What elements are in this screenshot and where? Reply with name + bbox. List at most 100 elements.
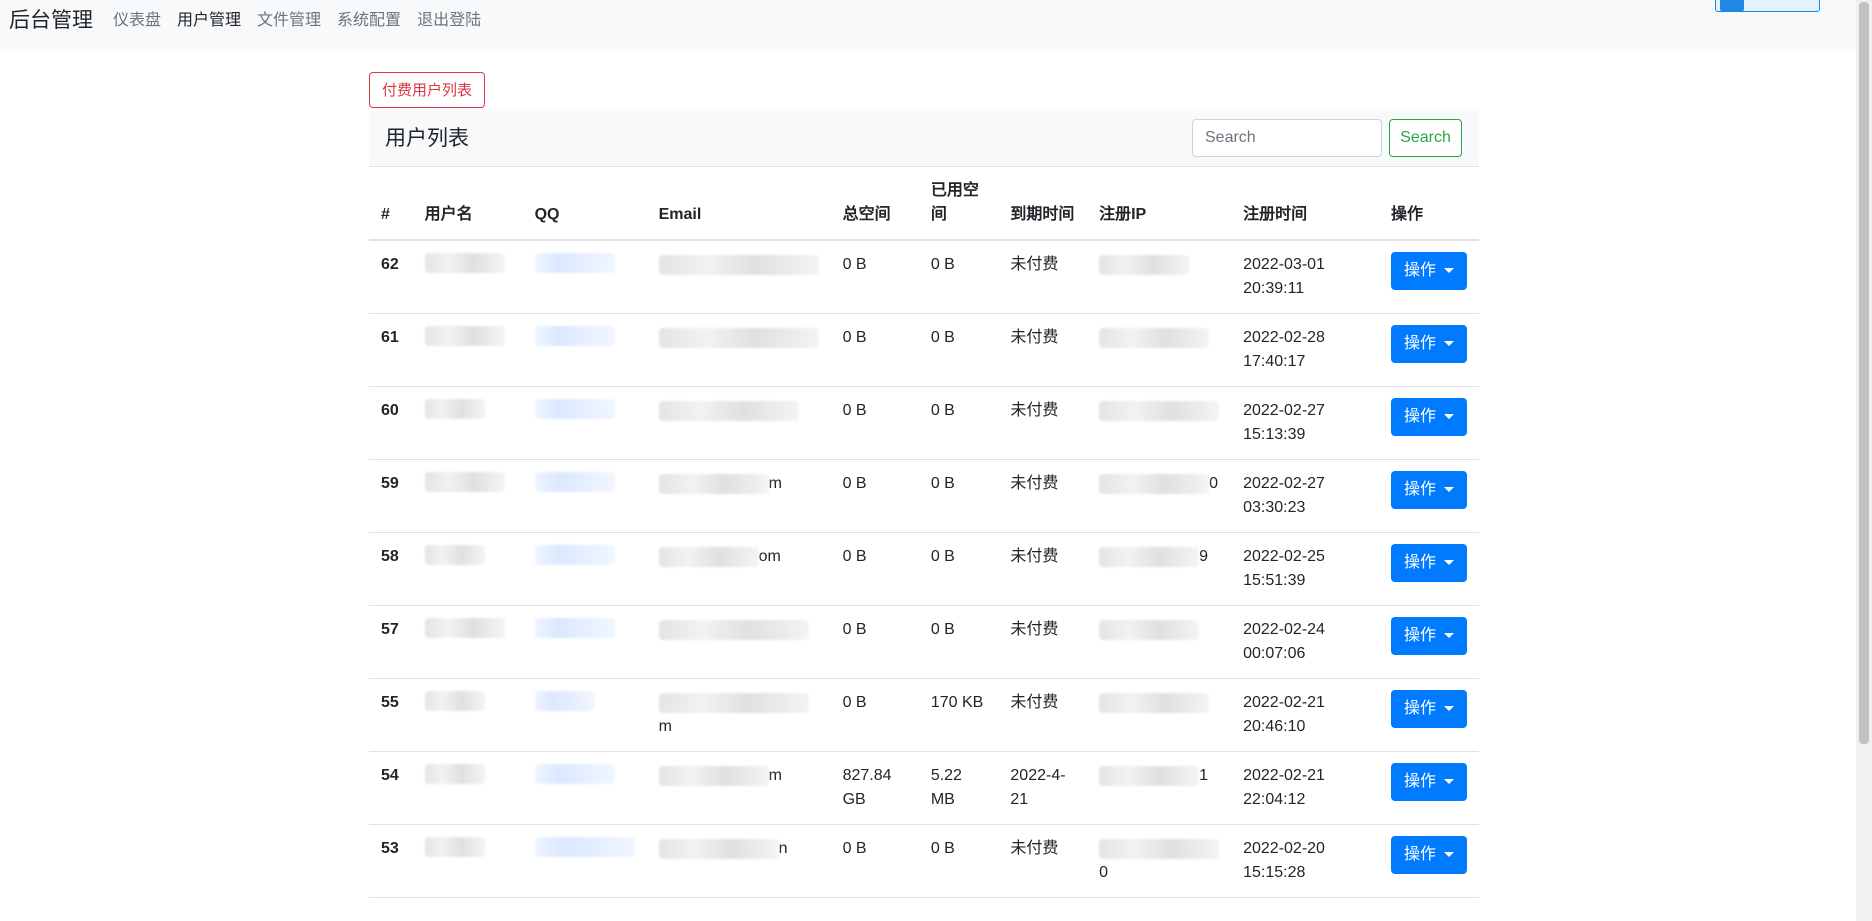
actions-label: 操作 [1403,700,1436,717]
actions-label: 操作 [1403,773,1436,790]
redacted-qq-link[interactable] [534,691,595,711]
redacted-ip [1099,327,1210,348]
redacted-username [424,764,485,784]
brand-title[interactable]: 后台管理 [9,7,93,35]
ip-tail: 0 [1209,475,1218,492]
cell-qq[interactable] [522,459,647,533]
col-header-id: # [369,167,413,241]
redacted-ip [1099,765,1200,786]
nav-item-file-management[interactable]: 文件管理 [257,10,321,32]
nav-item-user-management[interactable]: 用户管理 [177,10,241,32]
cell-qq[interactable] [522,605,647,679]
actions-dropdown-button[interactable]: 操作 [1390,690,1467,728]
cell-id: 60 [369,386,413,460]
redacted-qq-link[interactable] [534,545,615,565]
col-header-email: Email [646,167,831,241]
register-date: 2022-02-20 [1243,840,1325,857]
redacted-ip [1099,838,1220,859]
cell-register-time: 2022-02-21 20:46:10 [1231,678,1379,752]
redacted-qq-link[interactable] [534,764,615,784]
cell-qq[interactable] [522,532,647,606]
redacted-ip [1099,692,1210,713]
cell-email: m [646,678,831,752]
cell-qq[interactable] [522,313,647,387]
corner-widget[interactable] [1715,0,1820,12]
cell-qq[interactable] [522,751,647,825]
redacted-username [424,837,485,857]
cell-register-ip: 0 [1087,459,1232,533]
cell-username [412,313,523,387]
nav-item-logout[interactable]: 退出登陆 [417,10,481,32]
redacted-qq-link[interactable] [534,837,635,857]
actions-label: 操作 [1403,481,1436,498]
caret-down-icon [1443,633,1454,639]
cell-register-time: 2022-02-27 15:13:39 [1231,386,1379,460]
cell-register-ip [1087,240,1232,314]
redacted-qq-link[interactable] [534,253,615,273]
cell-expire-time: 未付费 [998,605,1088,679]
redacted-ip [1099,619,1200,640]
paid-users-button[interactable]: 付费用户列表 [369,72,486,108]
actions-dropdown-button[interactable]: 操作 [1390,763,1467,801]
cell-qq[interactable] [522,824,647,898]
actions-dropdown-button[interactable]: 操作 [1390,617,1467,655]
cell-register-ip [1087,678,1232,752]
cell-used-space: 170 KB [918,678,999,752]
redacted-username [424,618,505,638]
ip-tail: 1 [1199,767,1208,784]
cell-qq[interactable] [522,386,647,460]
cell-total-space: 0 B [830,605,919,679]
table-row: 60 0 B0 B 未付费 2022-02-27 15:13:39 操作 [369,386,1479,460]
register-date: 2022-02-24 [1243,621,1325,638]
caret-down-icon [1443,414,1454,420]
redacted-username [424,472,505,492]
redacted-email [658,473,769,494]
actions-dropdown-button[interactable]: 操作 [1390,252,1467,290]
cell-register-ip [1087,313,1232,387]
actions-dropdown-button[interactable]: 操作 [1390,325,1467,363]
cell-actions: 操作 [1378,532,1479,606]
nav-item-dashboard[interactable]: 仪表盘 [113,10,161,32]
cell-expire-time: 未付费 [998,240,1088,314]
redacted-qq-link[interactable] [534,618,615,638]
cell-used-space: 0 B [918,605,999,679]
redacted-qq-link[interactable] [534,399,615,419]
redacted-email [658,692,809,713]
actions-dropdown-button[interactable]: 操作 [1390,544,1467,582]
actions-dropdown-button[interactable]: 操作 [1390,398,1467,436]
cell-qq[interactable] [522,678,647,752]
actions-dropdown-button[interactable]: 操作 [1390,471,1467,509]
register-date: 2022-02-27 [1243,402,1325,419]
email-tail: n [778,840,788,857]
table-row: 58 om 0 B0 B 未付费 9 2022-02-25 15:51:39 操作 [369,532,1479,606]
cell-qq[interactable] [522,240,647,314]
search-input[interactable] [1192,119,1382,157]
redacted-qq-link[interactable] [534,472,615,492]
cell-expire-time: 未付费 [998,459,1088,533]
email-tail: m [658,718,672,735]
cell-email: m [646,459,831,533]
cell-username [412,678,523,752]
ip-tail: 9 [1199,548,1208,565]
actions-dropdown-button[interactable]: 操作 [1390,836,1467,874]
redacted-qq-link[interactable] [534,326,615,346]
register-clock: 20:46:10 [1243,718,1306,735]
email-tail: om [758,548,781,565]
nav-menu: 仪表盘 用户管理 文件管理 系统配置 退出登陆 [113,10,481,32]
cell-used-space: 0 B [918,532,999,606]
user-list-card-header: 用户列表 Search [369,111,1479,167]
cell-expire-time: 未付费 [998,386,1088,460]
table-row: 55 m 0 B 170 KB 未付费 2022-02-21 20:46:10 操作 [369,678,1479,752]
table-row: 62 0 B0 B 未付费 2022-03-01 20:39:11 操作 [369,240,1479,314]
user-table: # 用户名 QQ Email 总空间 已用空间 到期时间 注册IP 注册时间 操… [369,167,1479,898]
cell-email: m [646,751,831,825]
register-date: 2022-02-28 [1243,329,1325,346]
cell-register-time: 2022-02-28 17:40:17 [1231,313,1379,387]
col-header-actions: 操作 [1378,167,1479,241]
cell-register-time: 2022-02-20 15:15:28 [1231,824,1379,898]
search-button[interactable]: Search [1389,119,1462,157]
redacted-username [424,326,505,346]
page-scrollbar[interactable] [1856,0,1872,921]
nav-item-system-config[interactable]: 系统配置 [337,10,401,32]
scrollbar-thumb[interactable] [1859,2,1869,744]
